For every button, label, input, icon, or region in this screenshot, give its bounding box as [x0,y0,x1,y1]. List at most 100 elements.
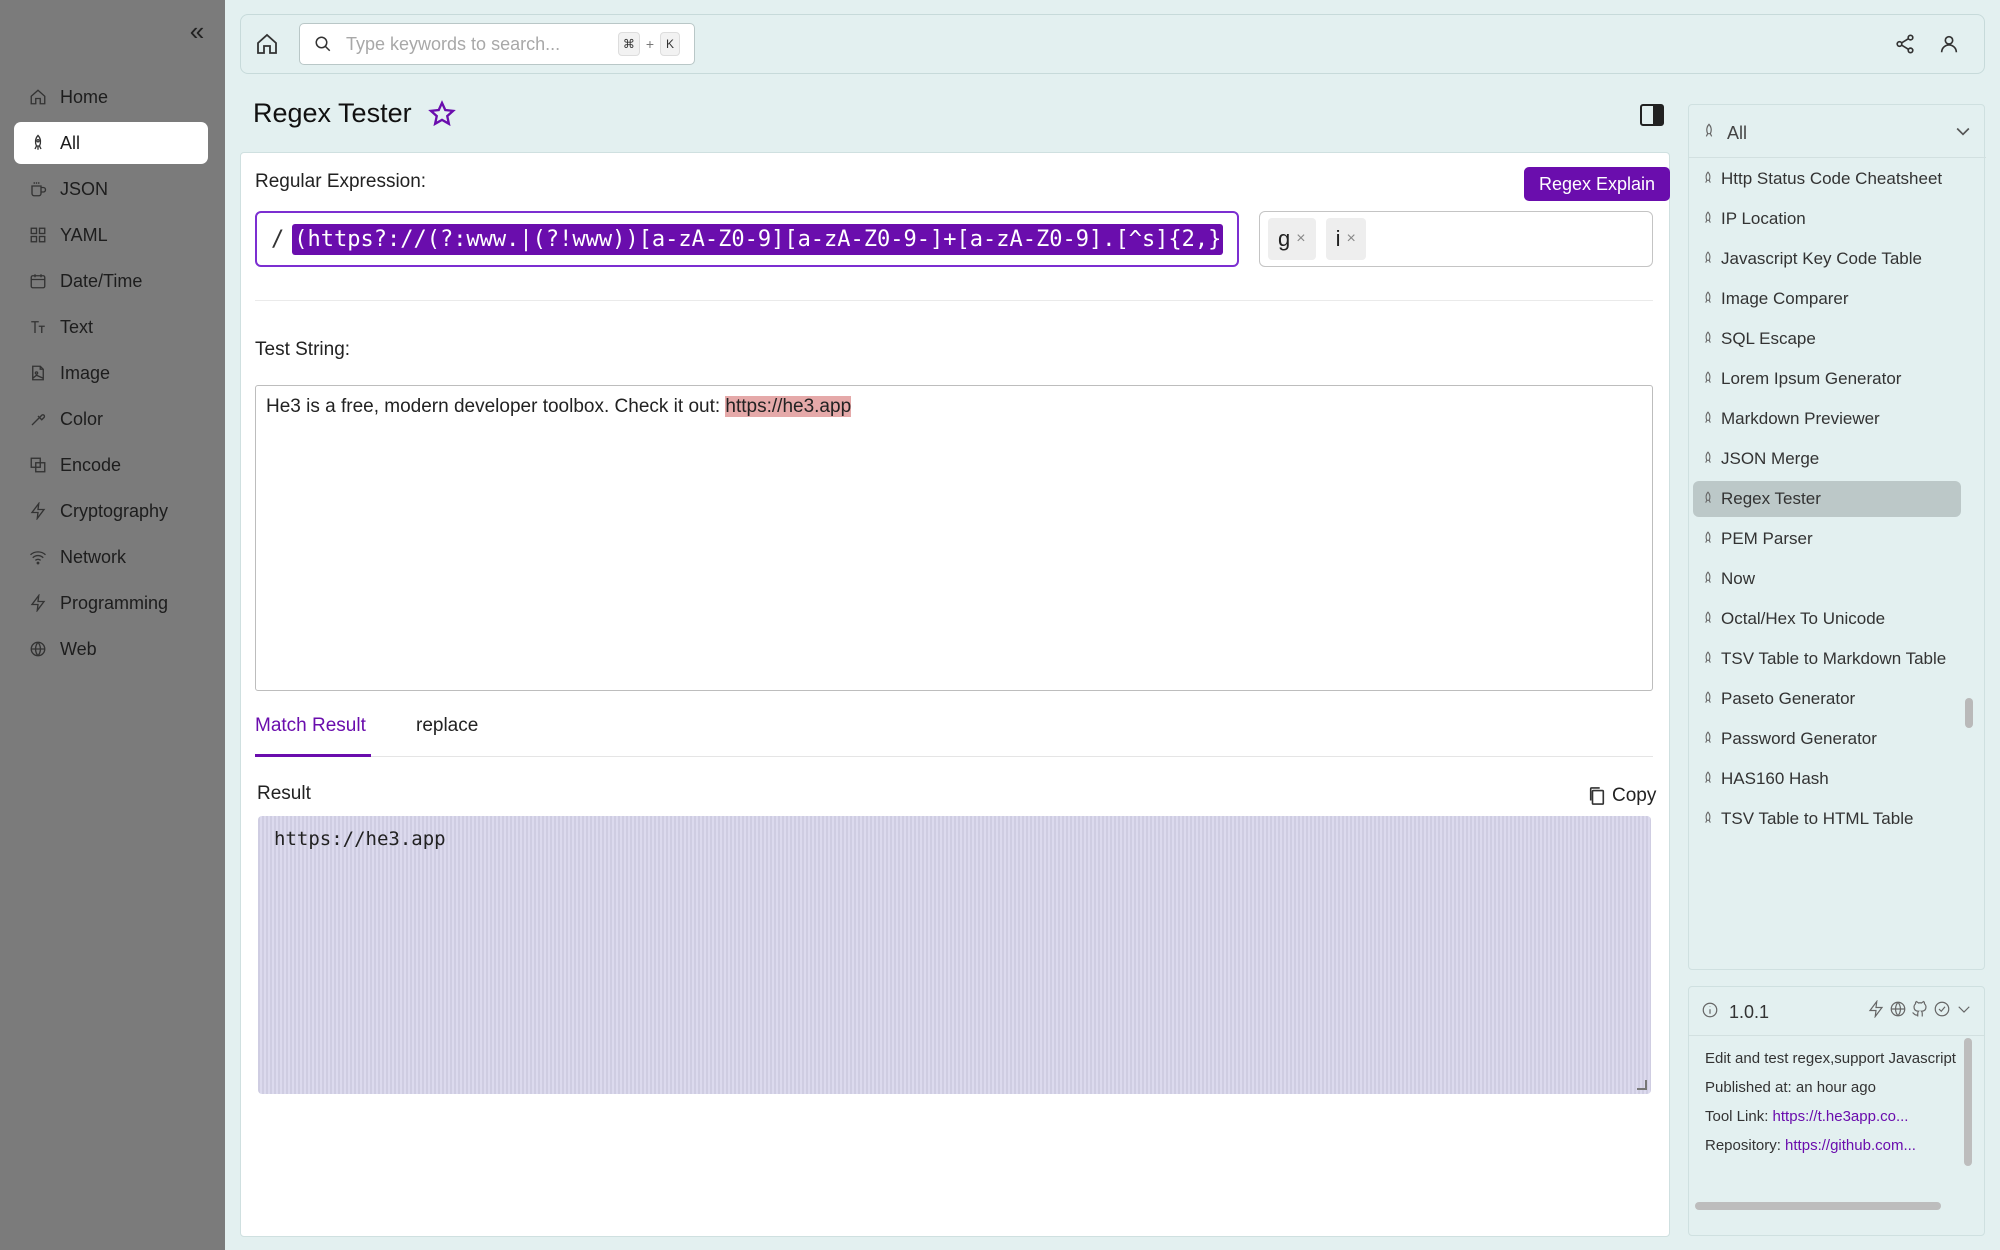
tool-list-item[interactable]: Http Status Code Cheatsheet [1693,161,1961,197]
sidebar-item-cryptography[interactable]: Cryptography [14,490,208,532]
tool-list-item[interactable]: SQL Escape [1693,321,1961,357]
sidebar-item-network[interactable]: Network [14,536,208,578]
tool-list-item-label: Javascript Key Code Table [1721,249,1922,268]
left-sidebar: « Home All JSON YAML Date/Time Text Imag… [0,0,225,1250]
tool-list-panel: All Http Status Code Cheatsheet IP Locati… [1688,104,1986,970]
tool-list-item[interactable]: Lorem Ipsum Generator [1693,361,1961,397]
bolt-icon [28,593,48,613]
tool-link[interactable]: https://t.he3app.co... [1773,1108,1909,1125]
tool-list-item[interactable]: Password Generator [1693,721,1961,757]
rocket-icon [1701,646,1717,672]
sidebar-item-datetime[interactable]: Date/Time [14,260,208,302]
search-icon [315,36,331,52]
tool-list-item-label: Regex Tester [1721,489,1821,508]
shortcut-plus: + [645,36,654,52]
tool-list-item[interactable]: Image Comparer [1693,281,1961,317]
regex-slash: / [271,226,285,252]
sidebar-item-home[interactable]: Home [14,76,208,118]
chevron-down-icon[interactable] [1955,1000,1973,1018]
sidebar-item-label: Cryptography [60,500,169,521]
github-icon[interactable] [1911,1000,1929,1018]
home-icon[interactable] [255,32,281,58]
rocket-icon [1701,286,1717,312]
sidebar-item-text[interactable]: Text [14,306,208,348]
search-input[interactable]: Type keywords to search... ⌘ + K [299,23,695,65]
shortcut-key-k: K [660,32,680,56]
info-horizontal-scrollbar[interactable] [1695,1202,1941,1210]
test-string-textarea[interactable]: He3 is a free, modern developer toolbox.… [255,385,1653,691]
rocket-icon [1701,486,1717,512]
divider [1689,1035,1984,1036]
sidebar-item-image[interactable]: Image [14,352,208,394]
tool-list-item[interactable]: Octal/Hex To Unicode [1693,601,1961,637]
remove-flag-icon[interactable]: × [1346,230,1355,248]
tool-list-item[interactable]: PEM Parser [1693,521,1961,557]
version-label: 1.0.1 [1729,1001,1770,1022]
tool-list-item-label: IP Location [1721,209,1806,228]
category-select[interactable]: All [1701,115,1973,151]
regex-flags-select[interactable]: g × i × [1259,211,1653,267]
info-icon [1701,1001,1729,1024]
main-area: Type keywords to search... ⌘ + K Regex T… [225,0,2000,1250]
panel-toggle-icon[interactable] [1640,104,1666,128]
copy-button[interactable]: Copy [1588,785,1656,807]
published-at: Published at: an hour ago [1705,1079,1876,1096]
bolt-icon[interactable] [1867,1000,1885,1018]
rocket-icon [1701,566,1717,592]
rocket-icon [1701,606,1717,632]
sidebar-item-all[interactable]: All [14,122,208,164]
sidebar-item-encode[interactable]: Encode [14,444,208,486]
rocket-icon [1701,206,1717,232]
tool-list-item[interactable]: TSV Table to Markdown Table [1693,641,1961,677]
flag-tag: i × [1325,218,1366,260]
tool-list-item[interactable]: Regex Tester [1693,481,1961,517]
sidebar-item-label: All [60,132,81,153]
rocket-icon [1701,686,1717,712]
globe-icon[interactable] [1889,1000,1907,1018]
repository-link[interactable]: https://github.com... [1785,1137,1916,1154]
regex-explain-button[interactable]: Regex Explain [1524,167,1670,201]
rocket-icon [1701,366,1717,392]
regex-input[interactable]: / (https?://(?:www.|(?!www))[a-zA-Z0-9][… [255,211,1239,267]
version-header[interactable]: 1.0.1 [1701,997,1973,1027]
sidebar-item-color[interactable]: Color [14,398,208,440]
tool-list-item-label: Lorem Ipsum Generator [1721,369,1902,388]
user-icon[interactable] [1938,33,1960,55]
result-label: Result [257,783,311,804]
result-output[interactable]: https://he3.app [258,816,1651,1094]
sidebar-item-programming[interactable]: Programming [14,582,208,624]
tool-list-item-label: PEM Parser [1721,529,1813,548]
tool-list: Http Status Code Cheatsheet IP Location Ja… [1693,161,1961,841]
tool-list-scrollbar[interactable] [1965,698,1973,728]
tool-list-item-label: Markdown Previewer [1721,409,1880,428]
tool-list-item-label: TSV Table to Markdown Table [1721,649,1947,668]
collapse-sidebar-icon[interactable]: « [184,18,210,44]
tool-list-item[interactable]: Now [1693,561,1961,597]
tool-list-item[interactable]: IP Location [1693,201,1961,237]
page-title: Regex Tester [253,98,456,129]
tool-list-item[interactable]: Paseto Generator [1693,681,1961,717]
shortcut-key-cmd: ⌘ [617,32,640,56]
sidebar-item-web[interactable]: Web [14,628,208,670]
tool-list-item[interactable]: JSON Merge [1693,441,1961,477]
sidebar-item-json[interactable]: JSON [14,168,208,210]
tool-list-item[interactable]: HAS160 Hash [1693,761,1961,797]
star-icon[interactable] [427,99,456,128]
check-circle-icon[interactable] [1933,1000,1951,1018]
tool-list-item[interactable]: Markdown Previewer [1693,401,1961,437]
rocket-icon [1701,246,1717,272]
flag-label: i [1335,226,1341,251]
tool-list-item[interactable]: TSV Table to HTML Table [1693,801,1961,837]
share-icon[interactable] [1894,33,1916,55]
tab-replace[interactable]: replace [416,715,478,737]
active-tab-indicator [255,754,371,757]
rocket-icon [1701,122,1727,144]
tool-list-item[interactable]: Javascript Key Code Table [1693,241,1961,277]
globe-icon [28,639,48,659]
image-icon [28,363,48,383]
remove-flag-icon[interactable]: × [1296,230,1305,248]
tab-match-result[interactable]: Match Result [255,715,366,737]
resize-handle[interactable] [1637,1080,1647,1090]
info-vertical-scrollbar[interactable] [1964,1038,1972,1166]
sidebar-item-yaml[interactable]: YAML [14,214,208,256]
